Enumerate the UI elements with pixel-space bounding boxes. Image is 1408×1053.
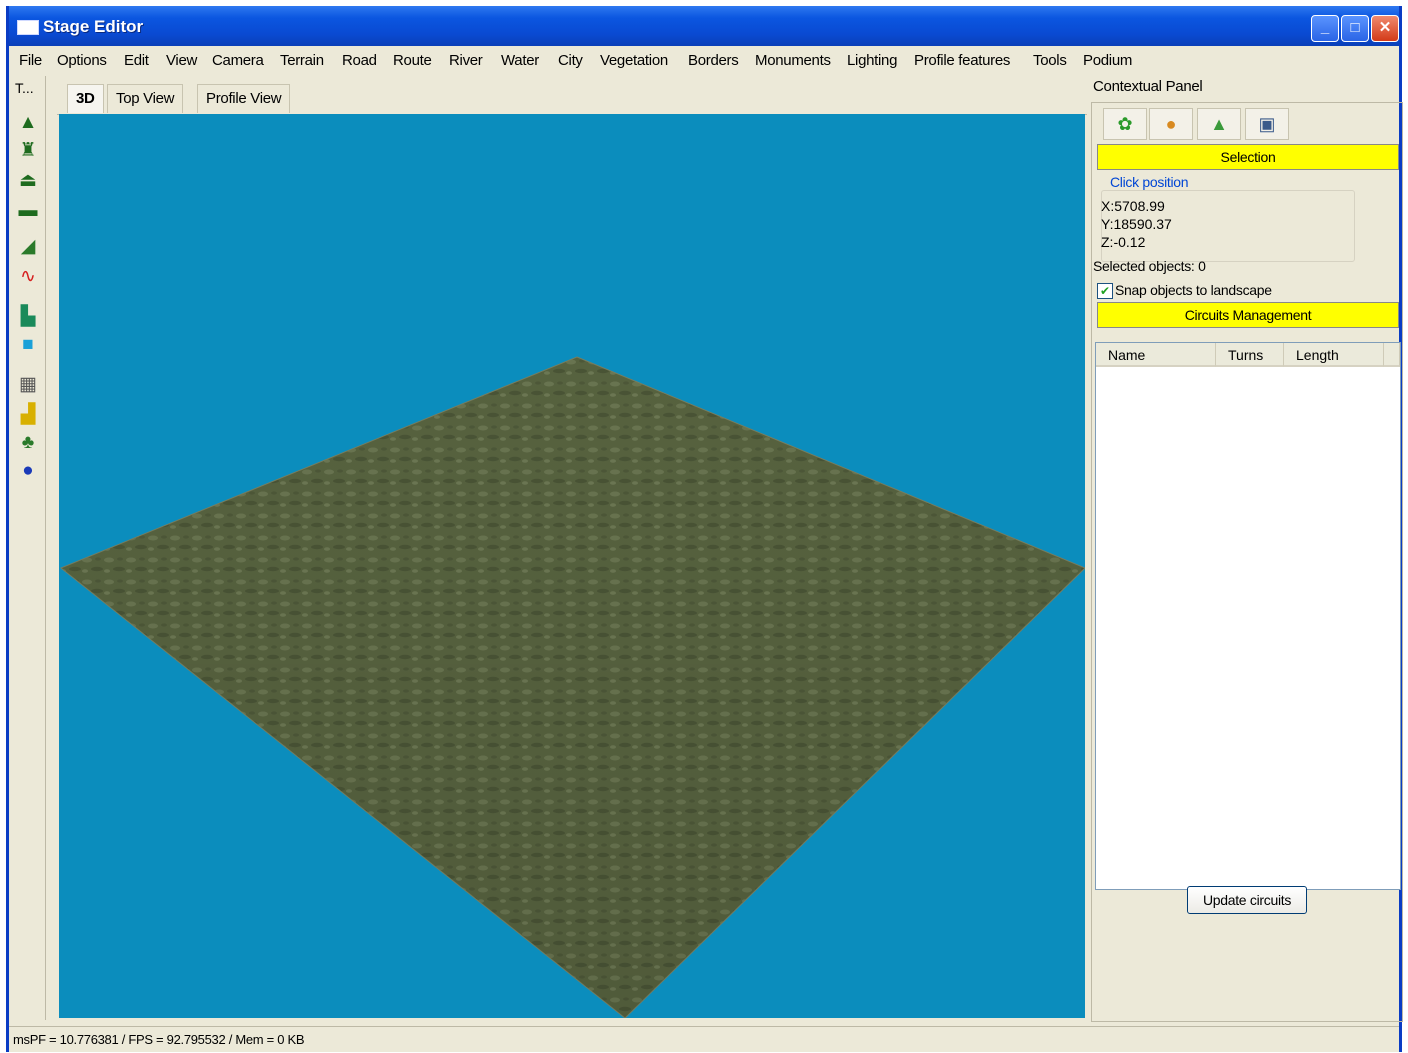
menu-vegetation[interactable]: Vegetation (600, 52, 668, 69)
title-bar[interactable]: Stage Editor _ □ ✕ (9, 6, 1399, 46)
stage-editor-window: Stage Editor _ □ ✕ File Options Edit Vie… (6, 6, 1403, 1053)
water-tool-icon[interactable]: ■ (17, 334, 39, 356)
tab-vegetation-icon[interactable]: ✿ (1103, 108, 1147, 140)
toolbox: T... ▲ ♜ ⏏ ▬ ◢ ∿ ▙ ■ ▦ ▟ ♣ ● (9, 76, 46, 1020)
column-turns[interactable]: Turns (1216, 343, 1284, 367)
menu-water[interactable]: Water (501, 52, 539, 69)
click-x: X:5708.99 (1101, 198, 1165, 214)
menu-terrain[interactable]: Terrain (280, 52, 324, 69)
maximize-button[interactable]: □ (1341, 15, 1369, 42)
snap-checkbox[interactable]: ✔ (1097, 283, 1113, 299)
click-z: Z:-0.12 (1101, 234, 1146, 250)
tab-top-view[interactable]: Top View (107, 84, 184, 113)
podium-tool-icon[interactable]: ● (17, 460, 39, 482)
menu-city[interactable]: City (558, 52, 583, 69)
tab-3d[interactable]: 3D (67, 84, 104, 113)
tab-profile-view[interactable]: Profile View (197, 84, 291, 113)
menu-camera[interactable]: Camera (212, 52, 264, 69)
menu-profile-features[interactable]: Profile features (914, 52, 1010, 69)
menu-borders[interactable]: Borders (688, 52, 739, 69)
menu-route[interactable]: Route (393, 52, 432, 69)
menu-options[interactable]: Options (57, 52, 107, 69)
terrain-tool-icon[interactable]: ▲ (17, 112, 39, 134)
circuits-table[interactable]: Name Turns Length (1095, 342, 1401, 890)
menu-tools[interactable]: Tools (1033, 52, 1067, 69)
update-circuits-button[interactable]: Update circuits (1187, 886, 1307, 914)
selected-objects-count: Selected objects: 0 (1093, 258, 1206, 274)
toolbox-title: T... (15, 80, 34, 96)
city-tool-icon[interactable]: ▦ (17, 374, 39, 396)
menu-river[interactable]: River (449, 52, 483, 69)
column-filler (1384, 343, 1400, 367)
column-length[interactable]: Length (1284, 343, 1384, 367)
circuits-management-header[interactable]: Circuits Management (1097, 302, 1399, 328)
selection-header[interactable]: Selection (1097, 144, 1399, 170)
route-tool-icon[interactable]: ∿ (17, 266, 39, 288)
view-tabs: 3D Top View Profile View (57, 80, 1087, 115)
menu-view[interactable]: View (166, 52, 197, 69)
minimize-button[interactable]: _ (1311, 15, 1339, 42)
snap-label: Snap objects to landscape (1115, 282, 1272, 298)
window-title: Stage Editor (43, 17, 144, 36)
close-button[interactable]: ✕ (1371, 15, 1399, 42)
menu-road[interactable]: Road (342, 52, 377, 69)
menu-podium[interactable]: Podium (1083, 52, 1132, 69)
tab-landscape-icon[interactable]: ▲ (1197, 108, 1241, 140)
app-icon (17, 20, 39, 35)
monument-tool-icon[interactable]: ▟ (17, 404, 39, 426)
river-tool-icon[interactable]: ▙ (17, 306, 39, 328)
road-tool-icon[interactable]: ◢ (17, 236, 39, 258)
menu-edit[interactable]: Edit (124, 52, 149, 69)
menu-lighting[interactable]: Lighting (847, 52, 897, 69)
terrain-raise-icon[interactable]: ♜ (17, 140, 39, 162)
3d-viewport[interactable] (59, 114, 1085, 1018)
click-y: Y:18590.37 (1101, 216, 1172, 232)
contextual-panel-title: Contextual Panel (1093, 78, 1203, 95)
tab-terrain-icon[interactable]: ● (1149, 108, 1193, 140)
status-bar: msPF = 10.776381 / FPS = 92.795532 / Mem… (9, 1026, 1399, 1053)
click-position-legend: Click position (1107, 174, 1192, 190)
tab-camera-icon[interactable]: ▣ (1245, 108, 1289, 140)
terrain-lower-icon[interactable]: ▬ (17, 200, 39, 222)
column-name[interactable]: Name (1096, 343, 1216, 367)
menu-monuments[interactable]: Monuments (755, 52, 831, 69)
terrain-flatten-icon[interactable]: ⏏ (17, 170, 39, 192)
menu-file[interactable]: File (19, 52, 42, 69)
menu-bar: File Options Edit View Camera Terrain Ro… (9, 48, 1399, 74)
status-text: msPF = 10.776381 / FPS = 92.795532 / Mem… (13, 1032, 305, 1047)
vegetation-tool-icon[interactable]: ♣ (17, 432, 39, 454)
terrain-plane-scene (60, 356, 1085, 1018)
